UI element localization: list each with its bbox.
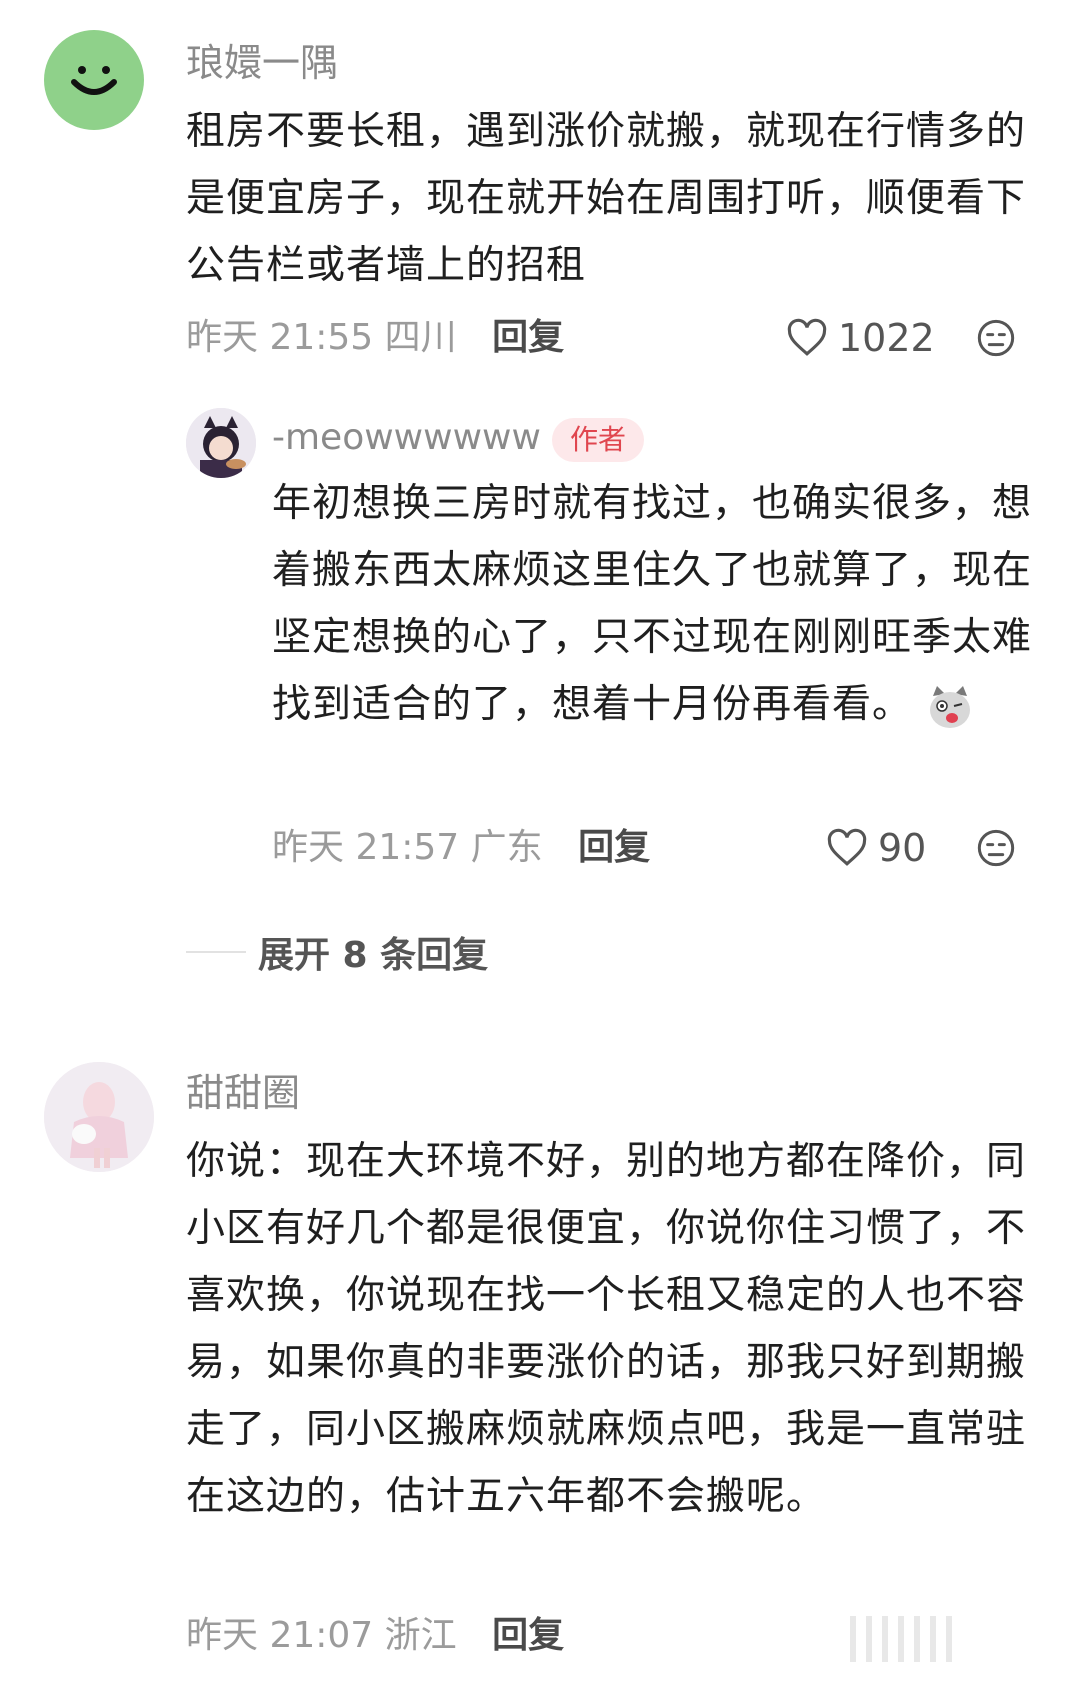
comment-text-content: 年初想换三房时就有找过，也确实很多，想着搬东西太麻烦这里住久了也就算了，现在坚定… <box>272 481 1033 727</box>
like-button[interactable]: 1022 <box>786 318 935 358</box>
dislike-emoji-button[interactable] <box>976 318 1016 362</box>
reply-button[interactable]: 回复 <box>492 317 564 358</box>
dislike-emoji-button[interactable] <box>976 828 1016 872</box>
comment-text: 年初想换三房时就有找过，也确实很多，想着搬东西太麻烦这里住久了也就算了，现在坚定… <box>272 470 1052 738</box>
watermark <box>850 1616 1010 1662</box>
comment-meta: 昨天 21:55 四川 回复 <box>186 320 564 356</box>
girl-photo-avatar-icon <box>44 1062 154 1172</box>
reply-button[interactable]: 回复 <box>578 827 650 868</box>
smiley-face-icon <box>71 66 117 95</box>
comment-username[interactable]: 甜甜圈 <box>186 1074 300 1112</box>
avatar[interactable] <box>44 30 144 130</box>
like-button[interactable]: 90 <box>826 828 926 868</box>
like-count: 1022 <box>838 316 935 360</box>
comment-location: 浙江 <box>384 1615 457 1656</box>
comment-location: 广东 <box>470 827 543 868</box>
cat-face-sticker-icon <box>930 685 971 728</box>
divider-line <box>186 951 246 953</box>
heart-icon <box>787 318 827 356</box>
neutral-face-icon <box>977 319 1015 357</box>
comment-text: 租房不要长租，遇到涨价就搬，就现在行情多的是便宜房子，现在就开始在周围打听，顺便… <box>186 109 1027 288</box>
avatar[interactable] <box>186 408 256 478</box>
expand-replies-button[interactable]: 展开 8 条回复 <box>186 926 488 978</box>
reply-button[interactable]: 回复 <box>492 1615 564 1656</box>
comment-text: 你说：现在大环境不好，别的地方都在降价，同小区有好几个都是很便宜，你说你住习惯了… <box>186 1139 1027 1519</box>
avatar[interactable] <box>44 1062 154 1172</box>
comment-username[interactable]: 琅嬛一隅 <box>186 44 338 82</box>
comment-time: 昨天 21:57 <box>272 827 460 868</box>
anime-girl-avatar-icon <box>186 408 256 478</box>
comment-time: 昨天 21:55 <box>186 317 374 358</box>
comment-meta: 昨天 21:07 浙江 回复 <box>186 1618 564 1654</box>
like-count: 90 <box>878 826 927 870</box>
comment-time: 昨天 21:07 <box>186 1615 374 1656</box>
comment-meta: 昨天 21:57 广东 回复 <box>272 830 650 866</box>
comment-username[interactable]: -meowwwwww <box>272 420 541 456</box>
heart-icon <box>827 828 867 866</box>
expand-replies-label: 展开 8 条回复 <box>258 935 489 976</box>
author-badge: 作者 <box>552 418 645 462</box>
comment-location: 四川 <box>384 317 457 358</box>
neutral-face-icon <box>977 829 1015 867</box>
